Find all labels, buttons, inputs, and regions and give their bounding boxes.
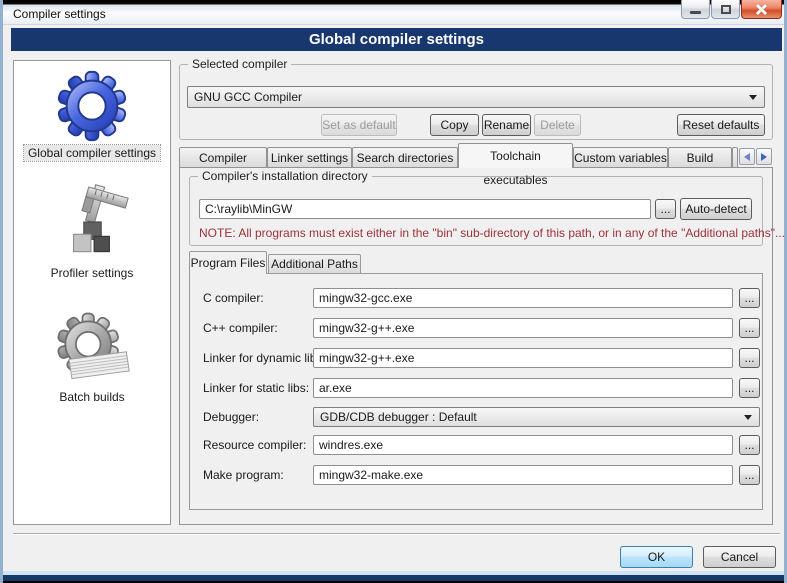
resource-compiler-label: Resource compiler: <box>203 438 306 452</box>
browse-cpp-compiler-button[interactable]: ... <box>739 318 760 338</box>
copy-button[interactable]: Copy <box>430 114 479 136</box>
sidebar-item-label: Profiler settings <box>47 265 138 281</box>
tab-build-options[interactable]: Build options <box>668 147 732 168</box>
sidebar-item-profiler-settings[interactable]: Profiler settings <box>14 183 170 281</box>
tab-compiler-settings[interactable]: Compiler settings <box>179 147 267 168</box>
installation-directory-input[interactable] <box>199 199 651 219</box>
browse-resource-compiler-button[interactable]: ... <box>739 435 760 455</box>
blue-gear-icon <box>53 67 131 145</box>
installation-directory-group-label: Compiler's installation directory <box>198 169 372 183</box>
make-program-input[interactable] <box>313 465 733 485</box>
make-program-label: Make program: <box>203 468 284 482</box>
close-icon <box>755 3 768 16</box>
sidebar-item-label: Global compiler settings <box>24 145 160 161</box>
c-compiler-input[interactable] <box>313 288 733 308</box>
tab-partial-clipped[interactable] <box>732 147 738 168</box>
c-compiler-label: C compiler: <box>203 291 264 305</box>
sidebar-item-global-compiler-settings[interactable]: Global compiler settings <box>14 67 170 161</box>
title-bar[interactable]: Compiler settings <box>0 0 787 25</box>
browse-c-compiler-button[interactable]: ... <box>739 288 760 308</box>
compiler-settings-dialog: Compiler settings Global compiler settin… <box>0 0 787 583</box>
subtab-program-files[interactable]: Program Files <box>189 251 267 274</box>
bin-subdirectory-note: NOTE: All programs must exist either in … <box>199 226 785 240</box>
reset-defaults-button[interactable]: Reset defaults <box>677 114 765 136</box>
caliper-cubes-icon <box>53 183 131 265</box>
linker-static-input[interactable] <box>313 378 733 398</box>
chevron-down-icon <box>749 95 757 100</box>
tab-toolchain-executables[interactable]: Toolchain executables <box>458 143 573 168</box>
set-as-default-button[interactable]: Set as default <box>321 114 397 136</box>
resource-compiler-input[interactable] <box>313 435 733 455</box>
browse-linker-static-button[interactable]: ... <box>739 378 760 398</box>
linker-static-label: Linker for static libs: <box>203 381 309 395</box>
cpp-compiler-label: C++ compiler: <box>203 321 278 335</box>
tab-search-directories[interactable]: Search directories <box>352 147 458 168</box>
debugger-label: Debugger: <box>203 410 259 424</box>
minimize-button[interactable] <box>681 0 710 19</box>
auto-detect-button[interactable]: Auto-detect <box>680 198 752 220</box>
selected-compiler-combobox[interactable]: GNU GCC Compiler <box>187 86 765 108</box>
chevron-down-icon <box>744 415 752 420</box>
arrow-left-icon <box>744 153 750 161</box>
subtab-additional-paths[interactable]: Additional Paths <box>268 254 361 274</box>
close-button[interactable] <box>741 0 782 19</box>
window-title: Compiler settings <box>13 7 106 21</box>
window-frame-bottom <box>3 571 784 583</box>
selected-compiler-group-label: Selected compiler <box>188 57 291 71</box>
linker-dynamic-label: Linker for dynamic libs: <box>203 351 326 365</box>
cpp-compiler-input[interactable] <box>313 318 733 338</box>
cancel-button[interactable]: Cancel <box>703 546 776 568</box>
sidebar-item-batch-builds[interactable]: Batch builds <box>14 307 170 405</box>
minimize-icon <box>690 11 701 14</box>
ok-button[interactable]: OK <box>620 546 693 568</box>
tab-linker-settings[interactable]: Linker settings <box>267 147 352 168</box>
gray-gear-stack-icon <box>50 307 134 389</box>
tab-scroll-left-button[interactable] <box>739 148 755 165</box>
settings-category-sidebar: Global compiler settings Profiler settin… <box>13 60 171 525</box>
tab-custom-variables[interactable]: Custom variables <box>573 147 668 168</box>
maximize-button[interactable] <box>711 0 740 19</box>
footer-separator <box>13 533 780 535</box>
maximize-icon <box>721 5 731 14</box>
browse-install-dir-button[interactable]: ... <box>655 199 676 219</box>
page-title: Global compiler settings <box>11 28 782 51</box>
arrow-right-icon <box>761 153 767 161</box>
delete-button[interactable]: Delete <box>534 114 581 136</box>
debugger-value: GDB/CDB debugger : Default <box>320 410 477 424</box>
selected-compiler-value: GNU GCC Compiler <box>194 90 302 104</box>
tab-scroll-right-button[interactable] <box>756 148 772 165</box>
sidebar-item-label: Batch builds <box>55 389 128 405</box>
browse-make-program-button[interactable]: ... <box>739 465 760 485</box>
rename-button[interactable]: Rename <box>482 114 531 136</box>
debugger-combobox[interactable]: GDB/CDB debugger : Default <box>313 407 760 427</box>
browse-linker-dynamic-button[interactable]: ... <box>739 348 760 368</box>
linker-dynamic-input[interactable] <box>313 348 733 368</box>
